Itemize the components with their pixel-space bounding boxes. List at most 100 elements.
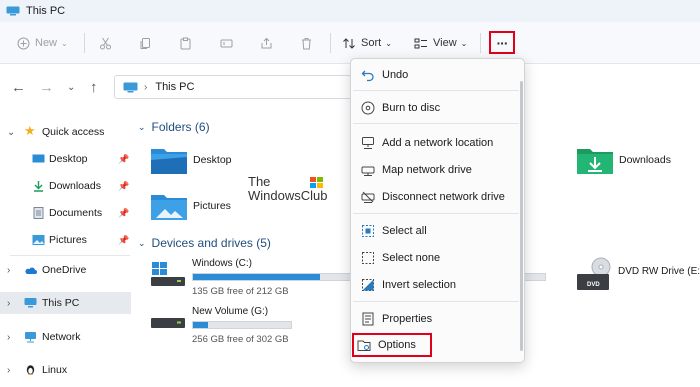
folder-pictures[interactable]: Pictures bbox=[150, 192, 231, 222]
clipboard-icon bbox=[180, 37, 191, 49]
sidebar-item-label: Quick access bbox=[42, 126, 105, 138]
folder-label: Downloads bbox=[619, 154, 671, 166]
sidebar-item-linux[interactable]: › Linux bbox=[0, 359, 131, 381]
burn-disc-icon bbox=[361, 101, 375, 115]
menu-item-label: Add a network location bbox=[382, 137, 494, 149]
pin-icon: 📌 bbox=[118, 180, 130, 191]
drive-name: Windows (C:) bbox=[192, 258, 253, 269]
menu-item-add-network-location[interactable]: Add a network location bbox=[355, 131, 519, 155]
sidebar-item-label: Downloads bbox=[49, 180, 101, 192]
sidebar-item-label: Pictures bbox=[49, 234, 87, 246]
sidebar-item-label: Documents bbox=[49, 207, 103, 219]
options-icon bbox=[357, 338, 371, 352]
desktop-folder-icon bbox=[151, 149, 187, 174]
windows-logo-icon bbox=[310, 177, 323, 188]
folder-desktop[interactable]: Desktop bbox=[150, 146, 232, 176]
pin-icon: 📌 bbox=[118, 153, 130, 164]
menu-item-label: Burn to disc bbox=[382, 102, 441, 114]
breadcrumb-this-pc[interactable]: This PC bbox=[155, 81, 194, 93]
sidebar-item-network[interactable]: › Network bbox=[0, 326, 131, 348]
downloads-folder-icon bbox=[577, 149, 613, 174]
drive-new-volume-g[interactable]: New Volume (G:) 256 GB free of 302 GB bbox=[150, 306, 350, 345]
menu-item-undo[interactable]: Undo bbox=[355, 63, 519, 87]
delete-button[interactable] bbox=[300, 22, 313, 64]
sidebar-item-onedrive[interactable]: › OneDrive bbox=[0, 259, 131, 281]
sidebar-item-downloads[interactable]: Downloads 📌 bbox=[0, 175, 131, 197]
menu-item-select-all[interactable]: Select all bbox=[355, 219, 519, 243]
menu-item-map-network-drive[interactable]: Map network drive bbox=[355, 158, 519, 182]
plus-circle-icon bbox=[17, 37, 30, 49]
download-icon bbox=[34, 181, 43, 192]
see-more-button[interactable]: ··· bbox=[489, 31, 515, 54]
divider bbox=[480, 33, 481, 53]
window-title: This PC bbox=[26, 5, 66, 17]
drive-free-space: 256 GB free of 302 GB bbox=[192, 334, 289, 345]
copy-button[interactable] bbox=[139, 22, 152, 64]
chevron-down-icon: ⌄ bbox=[61, 38, 68, 48]
breadcrumb-chevron-icon: › bbox=[144, 81, 148, 93]
more-dots-icon: ··· bbox=[496, 34, 509, 51]
menu-item-burn-to-disc[interactable]: Burn to disc bbox=[355, 96, 519, 120]
this-pc-icon bbox=[24, 298, 37, 308]
view-label: View bbox=[433, 37, 457, 49]
watermark: The WindowsClub bbox=[248, 175, 327, 203]
share-icon bbox=[261, 37, 272, 48]
folders-group-header[interactable]: ⌄ Folders (6) bbox=[138, 120, 210, 134]
menu-item-options[interactable]: Options bbox=[352, 333, 432, 357]
drive-usage-fill bbox=[193, 322, 208, 328]
collapse-chevron-icon[interactable]: ⌄ bbox=[7, 127, 15, 138]
new-label: New bbox=[35, 37, 58, 49]
drives-group-header[interactable]: ⌄ Devices and drives (5) bbox=[138, 236, 271, 250]
watermark-line2: WindowsClub bbox=[248, 188, 328, 203]
cloud-icon bbox=[25, 267, 37, 274]
menu-item-label: Select all bbox=[382, 225, 427, 237]
menu-divider bbox=[353, 123, 519, 124]
this-pc-icon bbox=[123, 82, 138, 92]
expand-chevron-icon[interactable]: › bbox=[7, 298, 10, 309]
expand-chevron-icon[interactable]: › bbox=[7, 265, 10, 276]
up-arrow-icon[interactable]: ↑ bbox=[90, 79, 98, 96]
menu-item-label: Properties bbox=[382, 313, 433, 325]
new-button[interactable]: New ⌄ bbox=[17, 22, 68, 64]
rename-button[interactable] bbox=[220, 22, 233, 64]
menu-divider bbox=[353, 213, 519, 214]
sort-arrows-icon bbox=[343, 37, 355, 49]
drive-dvd-rw-e[interactable]: DVD DVD RW Drive (E:) bbox=[576, 256, 700, 296]
sidebar-item-this-pc[interactable]: › This PC bbox=[0, 292, 131, 314]
hard-drive-icon bbox=[151, 318, 185, 328]
menu-item-properties[interactable]: Properties bbox=[355, 307, 519, 331]
chevron-down-icon: ⌄ bbox=[460, 38, 468, 48]
properties-icon bbox=[361, 312, 375, 326]
linux-penguin-icon bbox=[26, 365, 35, 375]
cut-button[interactable] bbox=[99, 22, 112, 64]
collapse-chevron-icon: ⌄ bbox=[138, 237, 146, 248]
menu-item-disconnect-network-drive[interactable]: Disconnect network drive bbox=[355, 185, 519, 209]
recent-chevron-icon[interactable]: ⌄ bbox=[67, 82, 75, 93]
expand-chevron-icon[interactable]: › bbox=[7, 365, 10, 376]
expand-chevron-icon[interactable]: › bbox=[7, 332, 10, 343]
command-bar: New ⌄ Sort ⌄ View ⌄ ··· bbox=[0, 22, 700, 64]
forward-arrow-icon[interactable]: → bbox=[39, 79, 54, 96]
document-icon bbox=[33, 207, 44, 219]
disconnect-drive-icon bbox=[361, 190, 375, 204]
see-more-menu: Undo Burn to disc Add a network location… bbox=[350, 58, 525, 363]
sidebar-item-documents[interactable]: Documents 📌 bbox=[0, 202, 131, 224]
menu-item-label: Invert selection bbox=[382, 279, 456, 291]
menu-item-invert-selection[interactable]: Invert selection bbox=[355, 273, 519, 297]
view-list-icon bbox=[414, 38, 427, 48]
sidebar-item-quick-access[interactable]: ⌄ ★ Quick access bbox=[0, 121, 131, 143]
back-arrow-icon[interactable]: ← bbox=[11, 79, 26, 96]
scissors-icon bbox=[100, 37, 111, 49]
menu-scrollbar[interactable] bbox=[520, 81, 523, 351]
folder-label: Pictures bbox=[193, 200, 231, 212]
sidebar-item-pictures[interactable]: Pictures 📌 bbox=[0, 229, 131, 251]
folder-downloads[interactable]: Downloads bbox=[576, 146, 671, 176]
menu-item-select-none[interactable]: Select none bbox=[355, 246, 519, 270]
address-bar[interactable]: › This PC bbox=[114, 75, 364, 99]
share-button[interactable] bbox=[260, 22, 273, 64]
paste-button[interactable] bbox=[179, 22, 192, 64]
divider bbox=[330, 33, 331, 53]
folder-label: Desktop bbox=[193, 154, 232, 166]
title-bar: This PC bbox=[0, 0, 700, 22]
sidebar-item-desktop[interactable]: Desktop 📌 bbox=[0, 148, 131, 170]
